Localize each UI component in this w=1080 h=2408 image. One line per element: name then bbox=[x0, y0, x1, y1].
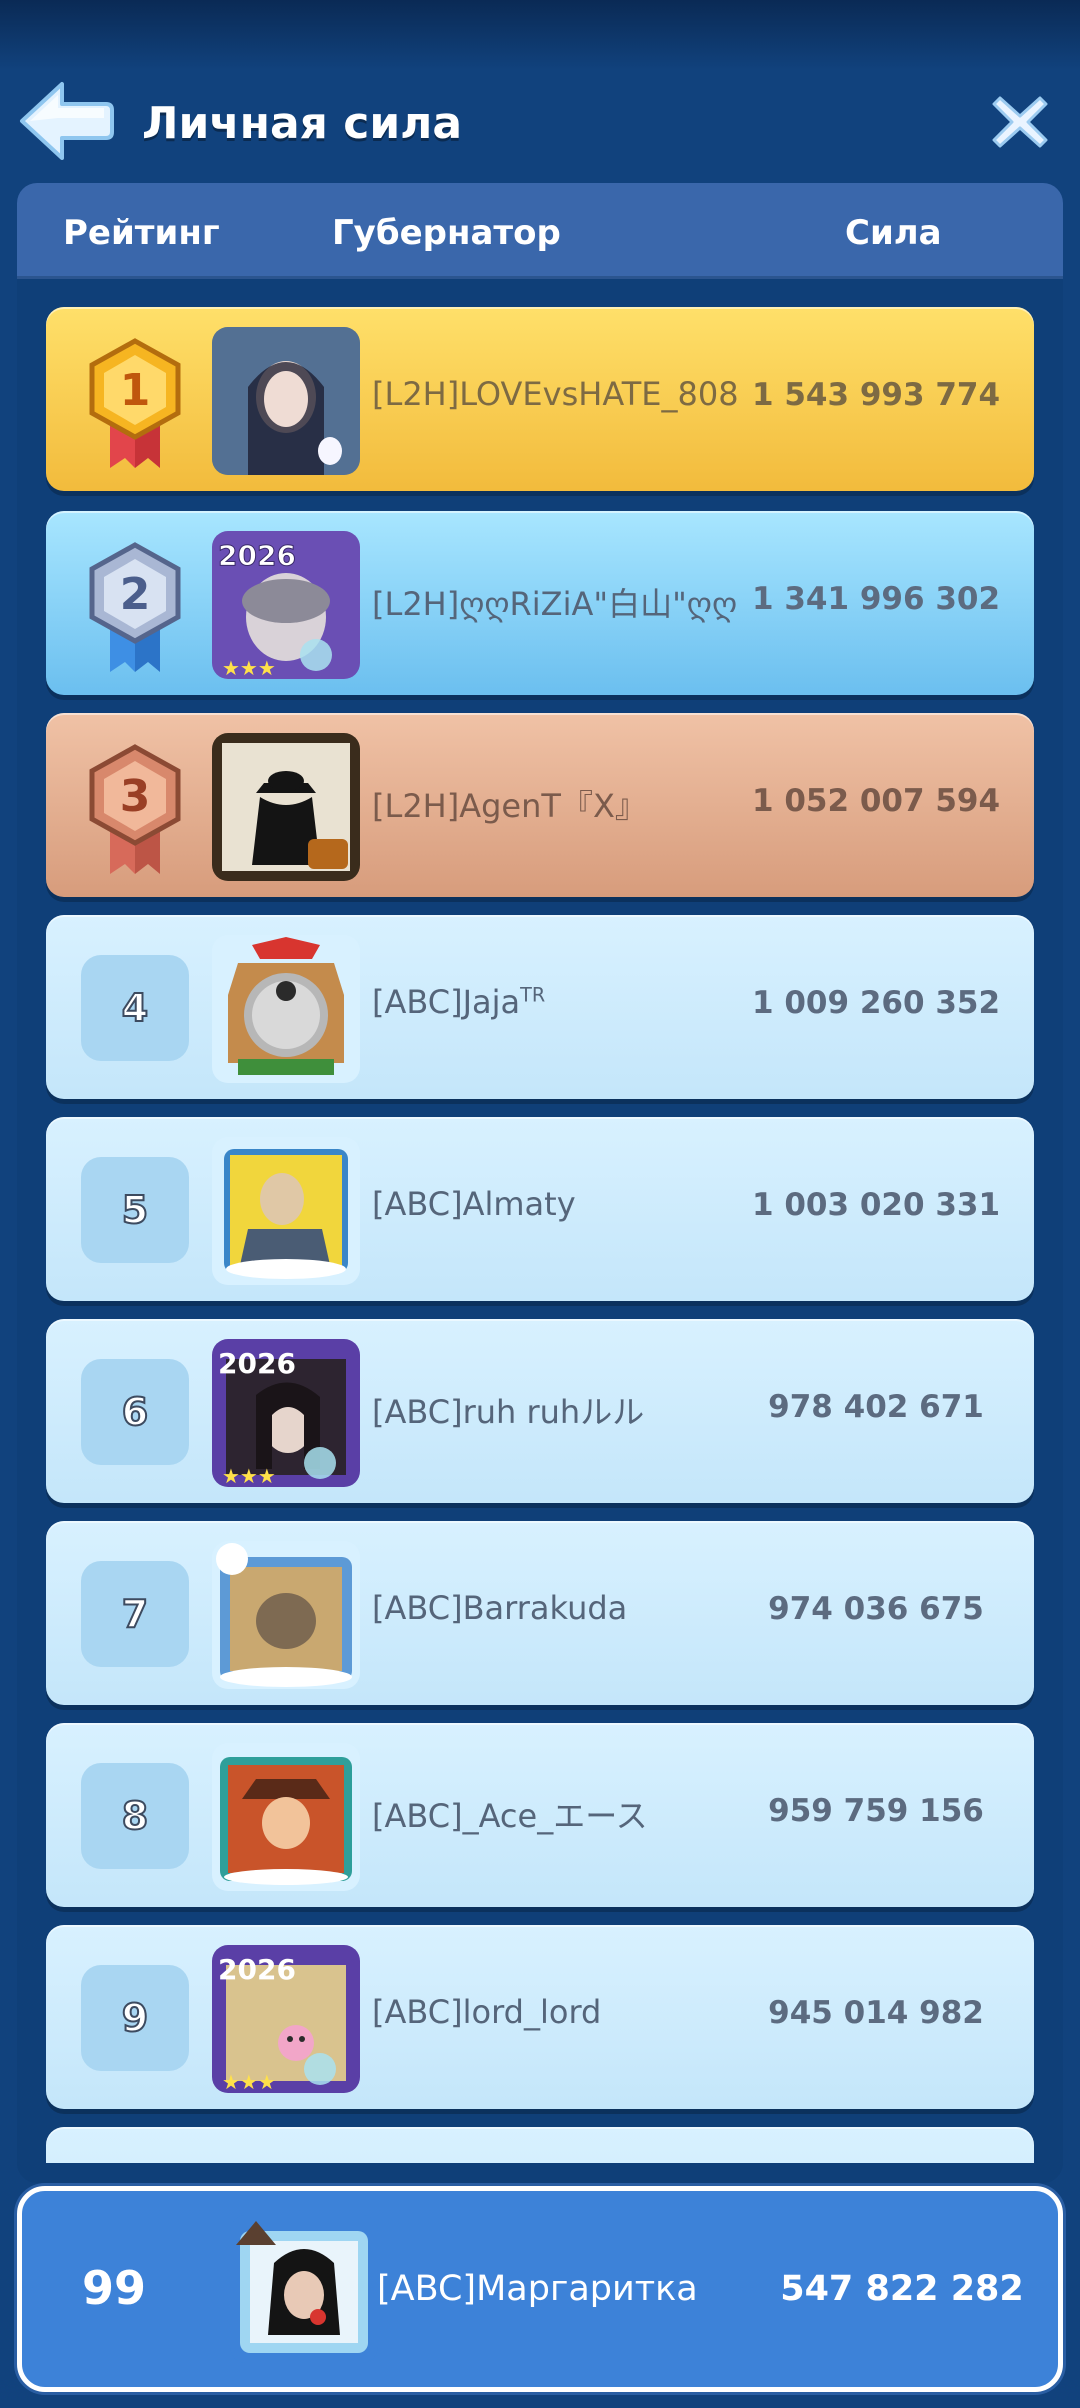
svg-text:1: 1 bbox=[120, 365, 151, 416]
avatar-badge: 2026 bbox=[218, 1953, 296, 1986]
my-power: 547 822 282 bbox=[780, 2269, 1024, 2309]
ranking-row-partial[interactable] bbox=[46, 2127, 1034, 2163]
rank-badge: 7 bbox=[81, 1561, 189, 1667]
column-rating: Рейтинг bbox=[63, 213, 220, 253]
avatar-badge: 2026 bbox=[218, 1347, 296, 1380]
rank-badge: 5 bbox=[81, 1157, 189, 1263]
gold-medal-icon: 1 bbox=[89, 338, 181, 468]
ranking-row[interactable]: 3 [L2H]AgenT『X』 1 052 007 594 bbox=[46, 713, 1034, 897]
my-name: [ABC]Маргаритка bbox=[377, 2269, 698, 2309]
close-x-icon[interactable] bbox=[990, 92, 1050, 152]
power-value: 945 014 982 bbox=[768, 1995, 984, 2031]
ranking-row[interactable]: 6 2026 ★★★ [ABC]ruh ruhルル 978 402 671 bbox=[46, 1319, 1034, 1503]
governor-name: [ABC]lord_lord bbox=[372, 1993, 602, 2031]
ranking-row[interactable]: 9 2026 ★★★ [ABC]lord_lord 945 014 982 bbox=[46, 1925, 1034, 2109]
header: Личная сила bbox=[0, 60, 1080, 190]
ranking-row[interactable]: 5 [ABC]Almaty 1 003 020 331 bbox=[46, 1117, 1034, 1301]
governor-name: [L2H]AgenT『X』 bbox=[372, 787, 647, 825]
power-value: 1 052 007 594 bbox=[751, 783, 1001, 819]
governor-name: [ABC]_Ace_エース bbox=[372, 1797, 648, 1835]
avatar: 2026 ★★★ bbox=[212, 531, 360, 679]
my-rank: 99 bbox=[82, 2261, 147, 2315]
power-value: 1 341 996 302 bbox=[751, 581, 1001, 617]
column-power: Сила bbox=[845, 213, 942, 253]
power-value: 959 759 156 bbox=[768, 1793, 984, 1829]
column-header: Рейтинг Губернатор Сила bbox=[17, 183, 1063, 279]
personal-power-screen: Личная сила Рейтинг Губернатор Сила 1 [L… bbox=[0, 0, 1080, 2408]
governor-name: [L2H]ღღRiZiA"白山"ღღ bbox=[372, 585, 738, 623]
avatar bbox=[212, 935, 360, 1083]
power-value: 974 036 675 bbox=[768, 1591, 984, 1627]
avatar bbox=[212, 1743, 360, 1891]
avatar: 2026 ★★★ bbox=[212, 1945, 360, 2093]
avatar bbox=[212, 1137, 360, 1285]
svg-text:★★★: ★★★ bbox=[222, 1464, 276, 1487]
governor-name: [ABC]Almaty bbox=[372, 1185, 576, 1223]
governor-name: [ABC]JajaTR bbox=[372, 983, 546, 1021]
ranking-row[interactable]: 1 [L2H]LOVEvsHATE_808 1 543 993 774 bbox=[46, 307, 1034, 491]
governor-name: [ABC]Barrakuda bbox=[372, 1589, 628, 1627]
my-ranking-row[interactable]: 99 [ABC]Маргаритка 547 822 282 bbox=[17, 2186, 1063, 2392]
governor-name: [ABC]ruh ruhルル bbox=[372, 1393, 645, 1431]
svg-text:★★★: ★★★ bbox=[222, 656, 276, 679]
column-governor: Губернатор bbox=[332, 213, 561, 253]
power-value: 1 543 993 774 bbox=[751, 377, 1001, 413]
avatar bbox=[212, 733, 360, 881]
back-arrow-icon[interactable] bbox=[14, 78, 114, 164]
ranking-list[interactable]: 1 [L2H]LOVEvsHATE_808 1 543 993 774 2 20… bbox=[0, 279, 1080, 2163]
avatar: 2026 ★★★ bbox=[212, 1339, 360, 1487]
ranking-row[interactable]: 7 [ABC]Barrakuda 974 036 675 bbox=[46, 1521, 1034, 1705]
rank-badge: 4 bbox=[81, 955, 189, 1061]
governor-name: [L2H]LOVEvsHATE_808 bbox=[372, 375, 739, 413]
rank-badge: 9 bbox=[81, 1965, 189, 2071]
svg-text:3: 3 bbox=[120, 771, 151, 822]
svg-text:★★★: ★★★ bbox=[222, 2070, 276, 2093]
power-value: 978 402 671 bbox=[768, 1389, 984, 1425]
svg-text:2: 2 bbox=[120, 569, 151, 620]
ranking-row[interactable]: 8 [ABC]_Ace_エース 959 759 156 bbox=[46, 1723, 1034, 1907]
rank-badge: 6 bbox=[81, 1359, 189, 1465]
ranking-row[interactable]: 4 [ABC]JajaTR 1 009 260 352 bbox=[46, 915, 1034, 1099]
avatar bbox=[212, 1541, 360, 1689]
avatar bbox=[212, 327, 360, 475]
bronze-medal-icon: 3 bbox=[89, 744, 181, 874]
power-value: 1 009 260 352 bbox=[751, 985, 1001, 1021]
ranking-row[interactable]: 2 2026 ★★★ [L2H]ღღRiZiA"白山"ღღ 1 341 996 … bbox=[46, 511, 1034, 695]
avatar-badge: 2026 bbox=[218, 539, 296, 572]
my-avatar bbox=[230, 2215, 378, 2363]
power-value: 1 003 020 331 bbox=[751, 1187, 1001, 1223]
page-title: Личная сила bbox=[142, 98, 463, 149]
rank-badge: 8 bbox=[81, 1763, 189, 1869]
silver-medal-icon: 2 bbox=[89, 542, 181, 672]
